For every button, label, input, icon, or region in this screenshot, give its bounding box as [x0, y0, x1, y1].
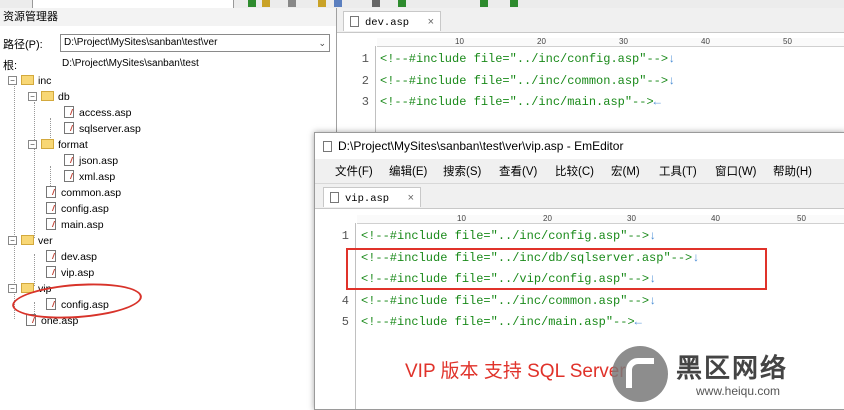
watermark-logo-icon: [612, 346, 668, 402]
asp-file-icon: [64, 170, 74, 182]
explorer-title: 资源管理器: [0, 8, 336, 26]
menu-edit[interactable]: 编辑(E): [389, 163, 427, 179]
document-icon: [330, 192, 339, 203]
arrow-icon[interactable]: [480, 0, 488, 7]
document-icon: [323, 141, 332, 152]
chevron-down-icon[interactable]: ⌄: [318, 35, 326, 51]
tree-file-common[interactable]: common.asp: [46, 185, 121, 201]
tree-folder-ver[interactable]: − ver: [8, 233, 53, 249]
path-label: 路径(P):: [3, 39, 43, 51]
asp-file-icon: [64, 122, 74, 134]
tree-line: [34, 102, 35, 238]
tree-folder-inc[interactable]: − inc: [8, 73, 51, 89]
find-icon[interactable]: [248, 0, 256, 7]
folder-icon: [21, 235, 34, 245]
menu-window[interactable]: 窗口(W): [715, 163, 757, 179]
tab-vip-asp[interactable]: vip.asp ×: [323, 187, 421, 207]
path-dropdown[interactable]: D:\Project\MySites\sanban\test\ver ⌄: [60, 34, 330, 52]
tab-bar: dev.asp ×: [337, 8, 844, 33]
asp-file-icon: [46, 266, 56, 278]
tree-file-dev[interactable]: dev.asp: [46, 249, 97, 265]
menu-macro[interactable]: 宏(M): [611, 163, 640, 179]
root-label: 根:: [3, 60, 18, 72]
collapse-icon[interactable]: −: [28, 140, 37, 149]
code-line[interactable]: <!--#include file="../inc/common.asp"-->…: [380, 74, 675, 88]
menu-compare[interactable]: 比较(C): [555, 163, 594, 179]
close-icon[interactable]: ×: [428, 12, 434, 32]
ruler: 10 20 30 40 50: [357, 215, 844, 224]
tab-bar: vip.asp ×: [315, 184, 844, 209]
annotation-caption: VIP 版本 支持 SQL Server: [405, 361, 626, 382]
code-line[interactable]: <!--#include file="../inc/common.asp"-->…: [361, 294, 656, 308]
collapse-icon[interactable]: −: [8, 76, 17, 85]
asp-file-icon: [64, 106, 74, 118]
tool-icon[interactable]: [318, 0, 326, 7]
menu-search[interactable]: 搜索(S): [443, 163, 481, 179]
tree-folder-format[interactable]: − format: [28, 137, 88, 153]
annotation-rectangle: [346, 248, 767, 290]
menu-file[interactable]: 文件(F): [335, 163, 373, 179]
collapse-icon[interactable]: −: [28, 92, 37, 101]
folder-icon: [41, 91, 54, 101]
menu-help[interactable]: 帮助(H): [773, 163, 812, 179]
path-value: D:\Project\MySites\sanban\test\ver: [64, 37, 218, 48]
collapse-icon[interactable]: −: [8, 236, 17, 245]
tree-file-access[interactable]: access.asp: [64, 105, 132, 121]
menu-tools[interactable]: 工具(T): [659, 163, 697, 179]
document-icon: [350, 16, 359, 27]
tree-file-xml[interactable]: xml.asp: [64, 169, 115, 185]
replace-icon[interactable]: [288, 0, 296, 7]
watermark-title: 黑区网络: [676, 353, 789, 383]
window-icon[interactable]: [334, 0, 342, 7]
tree-file-vip[interactable]: vip.asp: [46, 265, 94, 281]
explorer-pane: 资源管理器 路径(P): D:\Project\MySites\sanban\t…: [0, 8, 337, 408]
tree-file-main[interactable]: main.asp: [46, 217, 104, 233]
close-icon[interactable]: ×: [408, 188, 414, 208]
code-line[interactable]: <!--#include file="../inc/main.asp"-->←: [380, 95, 661, 109]
root-value: D:\Project\MySites\sanban\test: [62, 58, 199, 69]
find-next-icon[interactable]: [262, 0, 270, 7]
window-titlebar[interactable]: D:\Project\MySites\sanban\test\ver\vip.a…: [315, 133, 844, 159]
asp-file-icon: [46, 218, 56, 230]
menu-bar: 文件(F) 编辑(E) 搜索(S) 查看(V) 比较(C) 宏(M) 工具(T)…: [315, 159, 844, 184]
asp-file-icon: [46, 250, 56, 262]
tree-file-json[interactable]: json.asp: [64, 153, 118, 169]
code-line[interactable]: <!--#include file="../inc/config.asp"-->…: [361, 229, 656, 243]
tab-dev-asp[interactable]: dev.asp ×: [343, 11, 441, 31]
code-line[interactable]: <!--#include file="../inc/main.asp"-->←: [361, 315, 642, 329]
menu-view[interactable]: 查看(V): [499, 163, 537, 179]
tree-file-sqlserver[interactable]: sqlserver.asp: [64, 121, 141, 137]
window-title: D:\Project\MySites\sanban\test\ver\vip.a…: [338, 139, 624, 153]
asp-file-icon: [46, 202, 56, 214]
asp-file-icon: [64, 154, 74, 166]
tree-folder-db[interactable]: − db: [28, 89, 70, 105]
ruler: 10 20 30 40 50: [377, 38, 844, 47]
forward-icon[interactable]: [510, 0, 518, 7]
asp-file-icon: [46, 186, 56, 198]
run-icon[interactable]: [398, 0, 406, 7]
tree-file-config[interactable]: config.asp: [46, 201, 109, 217]
folder-icon: [41, 139, 54, 149]
code-line[interactable]: <!--#include file="../inc/config.asp"-->…: [380, 52, 675, 66]
watermark-url: www.heiqu.com: [696, 384, 781, 398]
macro-icon[interactable]: [372, 0, 380, 7]
folder-icon: [21, 75, 34, 85]
collapse-icon[interactable]: −: [8, 284, 17, 293]
